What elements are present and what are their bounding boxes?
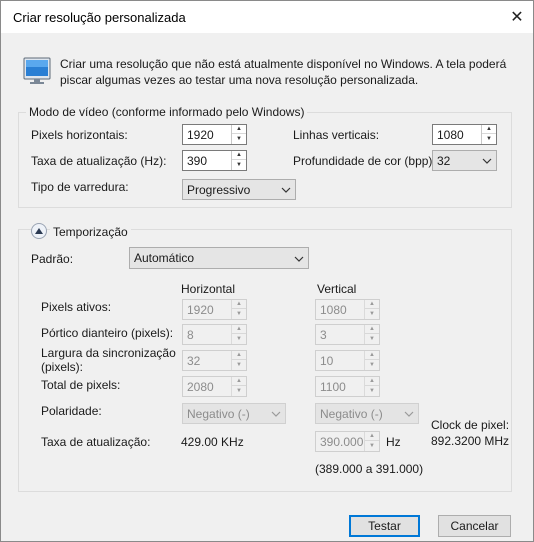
total-h-stepper[interactable]: 2080 ▲ ▼ <box>182 376 247 397</box>
spin-down-icon[interactable]: ▼ <box>365 360 379 369</box>
video-mode-legend: Modo de vídeo (conforme informado pelo W… <box>26 105 308 119</box>
spin-up-icon[interactable]: ▲ <box>232 300 246 309</box>
h-pixels-value: 1920 <box>187 128 214 142</box>
standard-select[interactable]: Automático <box>129 247 309 269</box>
spin-down-icon[interactable]: ▼ <box>232 160 246 169</box>
spin-down-icon[interactable]: ▼ <box>232 360 246 369</box>
total-pixels-label: Total de pixels: <box>41 378 121 392</box>
color-depth-value: 32 <box>437 154 451 168</box>
spin-up-icon[interactable]: ▲ <box>365 377 379 386</box>
sync-width-label: Largura da sincronização (pixels): <box>41 346 176 374</box>
sync-width-v-value: 10 <box>320 354 334 368</box>
active-pixels-label: Pixels ativos: <box>41 300 112 314</box>
scan-type-value: Progressivo <box>187 183 251 197</box>
h-pixels-stepper[interactable]: 1920 ▲ ▼ <box>182 124 247 145</box>
test-button[interactable]: Testar <box>349 515 420 537</box>
refresh-rate-label: Taxa de atualização (Hz): <box>31 154 167 168</box>
window-title: Criar resolução personalizada <box>13 10 186 25</box>
monitor-icon <box>23 57 51 84</box>
timing-legend: Temporização <box>50 225 131 239</box>
standard-value: Automático <box>134 251 195 265</box>
spin-down-icon[interactable]: ▼ <box>365 334 379 343</box>
refresh-rate-value: 390 <box>187 154 208 168</box>
spin-up-icon[interactable]: ▲ <box>482 125 496 134</box>
spin-down-icon[interactable]: ▼ <box>232 309 246 318</box>
pixel-clock-label: Clock de pixel: <box>431 418 510 432</box>
spin-up-icon[interactable]: ▲ <box>232 351 246 360</box>
sync-width-h-stepper[interactable]: 32 ▲ ▼ <box>182 350 247 371</box>
spin-up-icon[interactable]: ▲ <box>365 300 379 309</box>
chevron-down-icon <box>482 158 492 164</box>
spin-up-icon[interactable]: ▲ <box>232 377 246 386</box>
front-porch-v-stepper[interactable]: 3 ▲ ▼ <box>315 324 380 345</box>
total-v-stepper[interactable]: 1100 ▲ ▼ <box>315 376 380 397</box>
refresh-range: (389.000 a 391.000) <box>315 462 424 476</box>
spin-down-icon[interactable]: ▼ <box>365 309 379 318</box>
h-pixels-label: Pixels horizontais: <box>31 128 128 142</box>
color-depth-label: Profundidade de cor (bpp): <box>293 154 436 168</box>
spin-down-icon[interactable]: ▼ <box>232 334 246 343</box>
polarity-h-value: Negativo (-) <box>187 407 250 421</box>
custom-resolution-dialog: Criar resolução personalizada ✕ Criar um… <box>0 0 534 542</box>
hz-unit: Hz <box>386 435 401 449</box>
active-h-stepper[interactable]: 1920 ▲ ▼ <box>182 299 247 320</box>
polarity-h-select[interactable]: Negativo (-) <box>182 403 286 424</box>
spin-up-icon[interactable]: ▲ <box>232 151 246 160</box>
chevron-down-icon <box>404 411 414 417</box>
timing-refresh-v-value: 390.000 <box>320 435 364 449</box>
pixel-clock-value: 892.3200 MHz <box>431 434 510 448</box>
vertical-column-header: Vertical <box>317 282 357 296</box>
spin-down-icon[interactable]: ▼ <box>365 441 379 450</box>
spin-up-icon[interactable]: ▲ <box>365 432 379 441</box>
timing-refresh-v-stepper[interactable]: 390.000 ▲ ▼ <box>315 431 380 452</box>
timing-refresh-h-value: 429.00 KHz <box>181 435 244 449</box>
v-lines-label: Linhas verticais: <box>293 128 380 142</box>
spin-down-icon[interactable]: ▼ <box>482 134 496 143</box>
front-porch-h-stepper[interactable]: 8 ▲ ▼ <box>182 324 247 345</box>
active-h-value: 1920 <box>187 303 214 317</box>
polarity-label: Polaridade: <box>41 404 102 418</box>
total-h-value: 2080 <box>187 380 214 394</box>
total-v-value: 1100 <box>320 380 346 394</box>
chevron-down-icon <box>294 256 304 262</box>
scan-type-select[interactable]: Progressivo <box>182 179 296 200</box>
horizontal-column-header: Horizontal <box>181 282 236 296</box>
spin-up-icon[interactable]: ▲ <box>365 325 379 334</box>
close-icon[interactable]: ✕ <box>501 1 533 33</box>
title-bar: Criar resolução personalizada ✕ <box>1 1 533 33</box>
spin-down-icon[interactable]: ▼ <box>365 386 379 395</box>
front-porch-v-value: 3 <box>320 328 327 342</box>
chevron-up-icon[interactable] <box>31 223 47 239</box>
front-porch-h-value: 8 <box>187 328 194 342</box>
polarity-v-select[interactable]: Negativo (-) <box>315 403 419 424</box>
sync-width-h-value: 32 <box>187 354 201 368</box>
spin-up-icon[interactable]: ▲ <box>232 325 246 334</box>
front-porch-label: Pórtico dianteiro (pixels): <box>41 326 174 340</box>
refresh-rate-stepper[interactable]: 390 ▲ ▼ <box>182 150 247 171</box>
scan-type-label: Tipo de varredura: <box>31 180 129 194</box>
spin-down-icon[interactable]: ▼ <box>232 134 246 143</box>
active-v-value: 1080 <box>320 303 347 317</box>
spin-up-icon[interactable]: ▲ <box>232 125 246 134</box>
chevron-down-icon <box>281 187 291 193</box>
standard-label: Padrão: <box>31 252 74 266</box>
spin-down-icon[interactable]: ▼ <box>232 386 246 395</box>
active-v-stepper[interactable]: 1080 ▲ ▼ <box>315 299 380 320</box>
chevron-down-icon <box>271 411 281 417</box>
sync-width-v-stepper[interactable]: 10 ▲ ▼ <box>315 350 380 371</box>
intro-text: Criar uma resolução que não está atualme… <box>60 57 507 87</box>
v-lines-value: 1080 <box>437 128 464 142</box>
v-lines-stepper[interactable]: 1080 ▲ ▼ <box>432 124 497 145</box>
cancel-button[interactable]: Cancelar <box>438 515 511 537</box>
polarity-v-value: Negativo (-) <box>320 407 383 421</box>
spin-up-icon[interactable]: ▲ <box>365 351 379 360</box>
timing-refresh-label: Taxa de atualização: <box>41 435 151 449</box>
color-depth-select[interactable]: 32 <box>432 150 497 171</box>
